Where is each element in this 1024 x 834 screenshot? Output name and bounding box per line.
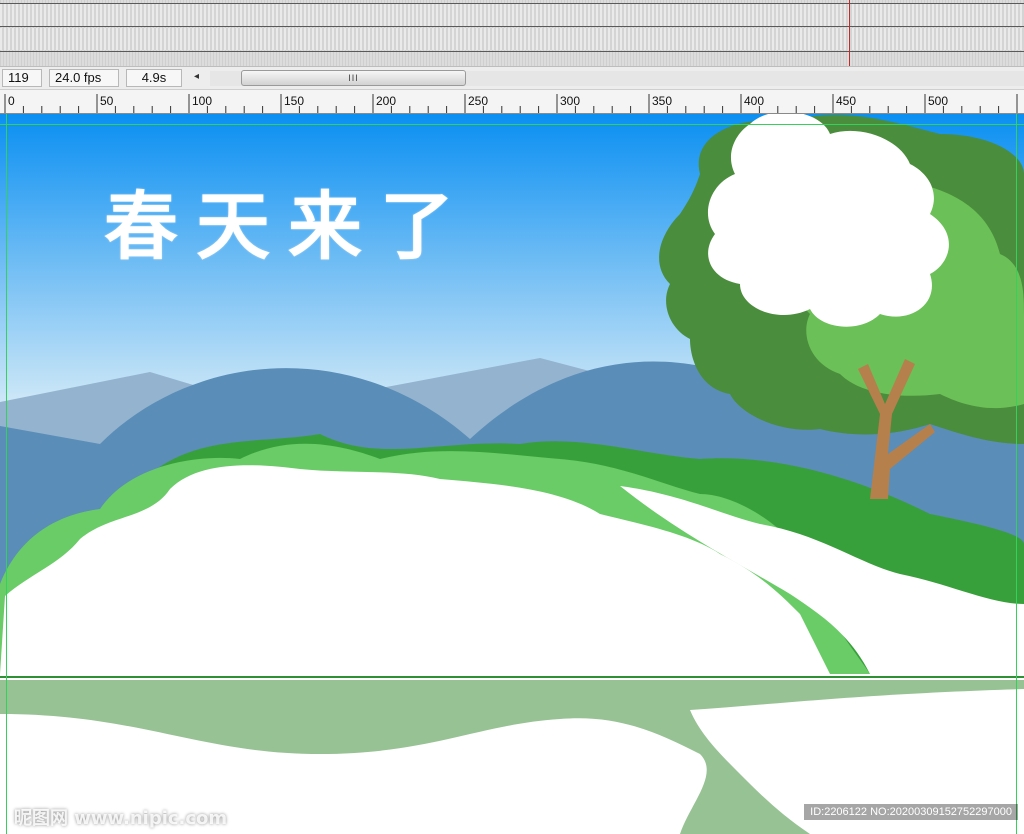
timeline-playhead[interactable] bbox=[849, 0, 850, 66]
timeline-divider bbox=[0, 3, 1024, 4]
guide-line-top bbox=[0, 124, 1024, 125]
ruler-tick-label: 400 bbox=[744, 94, 764, 108]
timeline-divider bbox=[0, 26, 1024, 27]
ruler-tick-label: 150 bbox=[284, 94, 304, 108]
stage-canvas[interactable]: 春天来了 昵图网 www.nipic.com ID:2206122 NO:202… bbox=[0, 114, 1024, 834]
horizontal-scrollbar-thumb[interactable]: III bbox=[241, 70, 466, 86]
ruler-tick-label: 0 bbox=[8, 94, 15, 108]
ruler-tick-label: 100 bbox=[192, 94, 212, 108]
image-id-label: ID:2206122 NO:20200309152752297000 bbox=[804, 804, 1018, 820]
horizontal-ruler: 0 50 100 150 200 250 300 350 400 450 500 bbox=[0, 90, 1024, 114]
ruler-tick-label: 50 bbox=[100, 94, 114, 108]
elapsed-time-field: 4.9s bbox=[126, 69, 182, 87]
headline-text: 春天来了 bbox=[104, 184, 472, 270]
current-frame-field[interactable]: 119 bbox=[2, 69, 42, 87]
timeline-divider bbox=[0, 51, 1024, 52]
scroll-left-arrow-icon[interactable]: ◂ bbox=[194, 71, 199, 82]
guide-line-left bbox=[6, 114, 7, 834]
ruler-tick-label: 300 bbox=[560, 94, 580, 108]
guide-line-right bbox=[1016, 114, 1017, 834]
timeline-layer-row[interactable] bbox=[0, 28, 1024, 50]
ground-edge bbox=[0, 676, 1024, 678]
timeline-layer-row[interactable] bbox=[0, 4, 1024, 26]
ruler-tick-label: 500 bbox=[928, 94, 948, 108]
timeline-panel[interactable] bbox=[0, 0, 1024, 66]
timeline-status-bar: 119 24.0 fps 4.9s ◂ III bbox=[0, 66, 1024, 90]
watermark-text: 昵图网 www.nipic.com bbox=[14, 808, 228, 829]
ruler-tick-label: 250 bbox=[468, 94, 488, 108]
ruler-ticks: 0 50 100 150 200 250 300 350 400 450 500 bbox=[4, 94, 1018, 113]
frame-rate-field[interactable]: 24.0 fps bbox=[49, 69, 119, 87]
ruler-tick-label: 350 bbox=[652, 94, 672, 108]
ruler-tick-label: 200 bbox=[376, 94, 396, 108]
ruler-tick-label: 450 bbox=[836, 94, 856, 108]
